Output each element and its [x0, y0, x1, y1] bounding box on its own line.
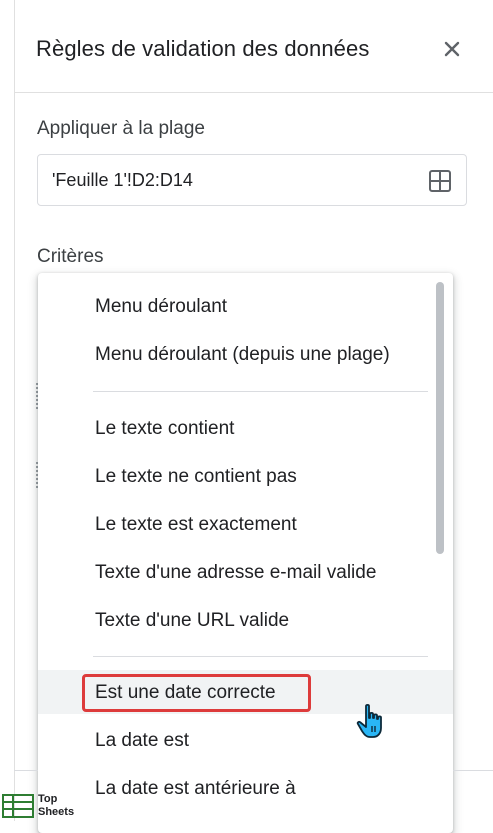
range-value[interactable]: 'Feuille 1'!D2:D14: [52, 170, 193, 191]
option-label: La date est antérieure à: [95, 778, 296, 799]
range-input[interactable]: 'Feuille 1'!D2:D14: [37, 154, 467, 206]
criteria-dropdown-menu[interactable]: Menu déroulant Menu déroulant (depuis un…: [38, 273, 453, 833]
watermark-logo: Top Sheets: [2, 792, 80, 821]
panel-title: Règles de validation des données: [36, 36, 370, 61]
option-label: Menu déroulant: [95, 296, 228, 317]
menu-divider: [93, 391, 428, 392]
option-label: Texte d'une URL valide: [95, 610, 290, 631]
option-label: Le texte est exactement: [95, 514, 297, 535]
range-label: Appliquer à la plage: [37, 118, 205, 139]
option-label: Menu déroulant (depuis une plage): [95, 344, 390, 365]
spreadsheet-icon: [2, 794, 34, 818]
option-dropdown-range[interactable]: Menu déroulant (depuis une plage): [38, 332, 453, 376]
grid-select-icon[interactable]: [428, 169, 452, 193]
option-date-before[interactable]: La date est antérieure à: [38, 766, 453, 810]
criteria-label: Critères: [37, 246, 104, 267]
menu-divider: [93, 656, 428, 657]
option-label: Le texte contient: [95, 418, 235, 439]
option-text-contains[interactable]: Le texte contient: [38, 406, 453, 450]
option-label: La date est: [95, 730, 190, 751]
highlight-box: [82, 674, 311, 712]
watermark-line1: Top: [38, 793, 58, 805]
option-valid-email[interactable]: Texte d'une adresse e-mail valide: [38, 550, 453, 594]
watermark-text: Top Sheets: [38, 793, 74, 819]
hand-pointer-icon: [356, 703, 388, 739]
watermark-line2: Sheets: [38, 806, 75, 818]
panel-header: Règles de validation des données: [14, 0, 493, 93]
option-date-is[interactable]: La date est: [38, 718, 453, 762]
menu-scrollbar[interactable]: [436, 282, 444, 554]
option-dropdown[interactable]: Menu déroulant: [38, 284, 453, 328]
option-text-not-contains[interactable]: Le texte ne contient pas: [38, 454, 453, 498]
option-label: Texte d'une adresse e-mail valide: [95, 562, 377, 583]
footer-divider: [453, 770, 493, 771]
option-valid-url[interactable]: Texte d'une URL valide: [38, 598, 453, 642]
footer-divider: [14, 770, 38, 771]
option-text-exactly[interactable]: Le texte est exactement: [38, 502, 453, 546]
option-label: Le texte ne contient pas: [95, 466, 297, 487]
close-icon[interactable]: [438, 35, 466, 63]
